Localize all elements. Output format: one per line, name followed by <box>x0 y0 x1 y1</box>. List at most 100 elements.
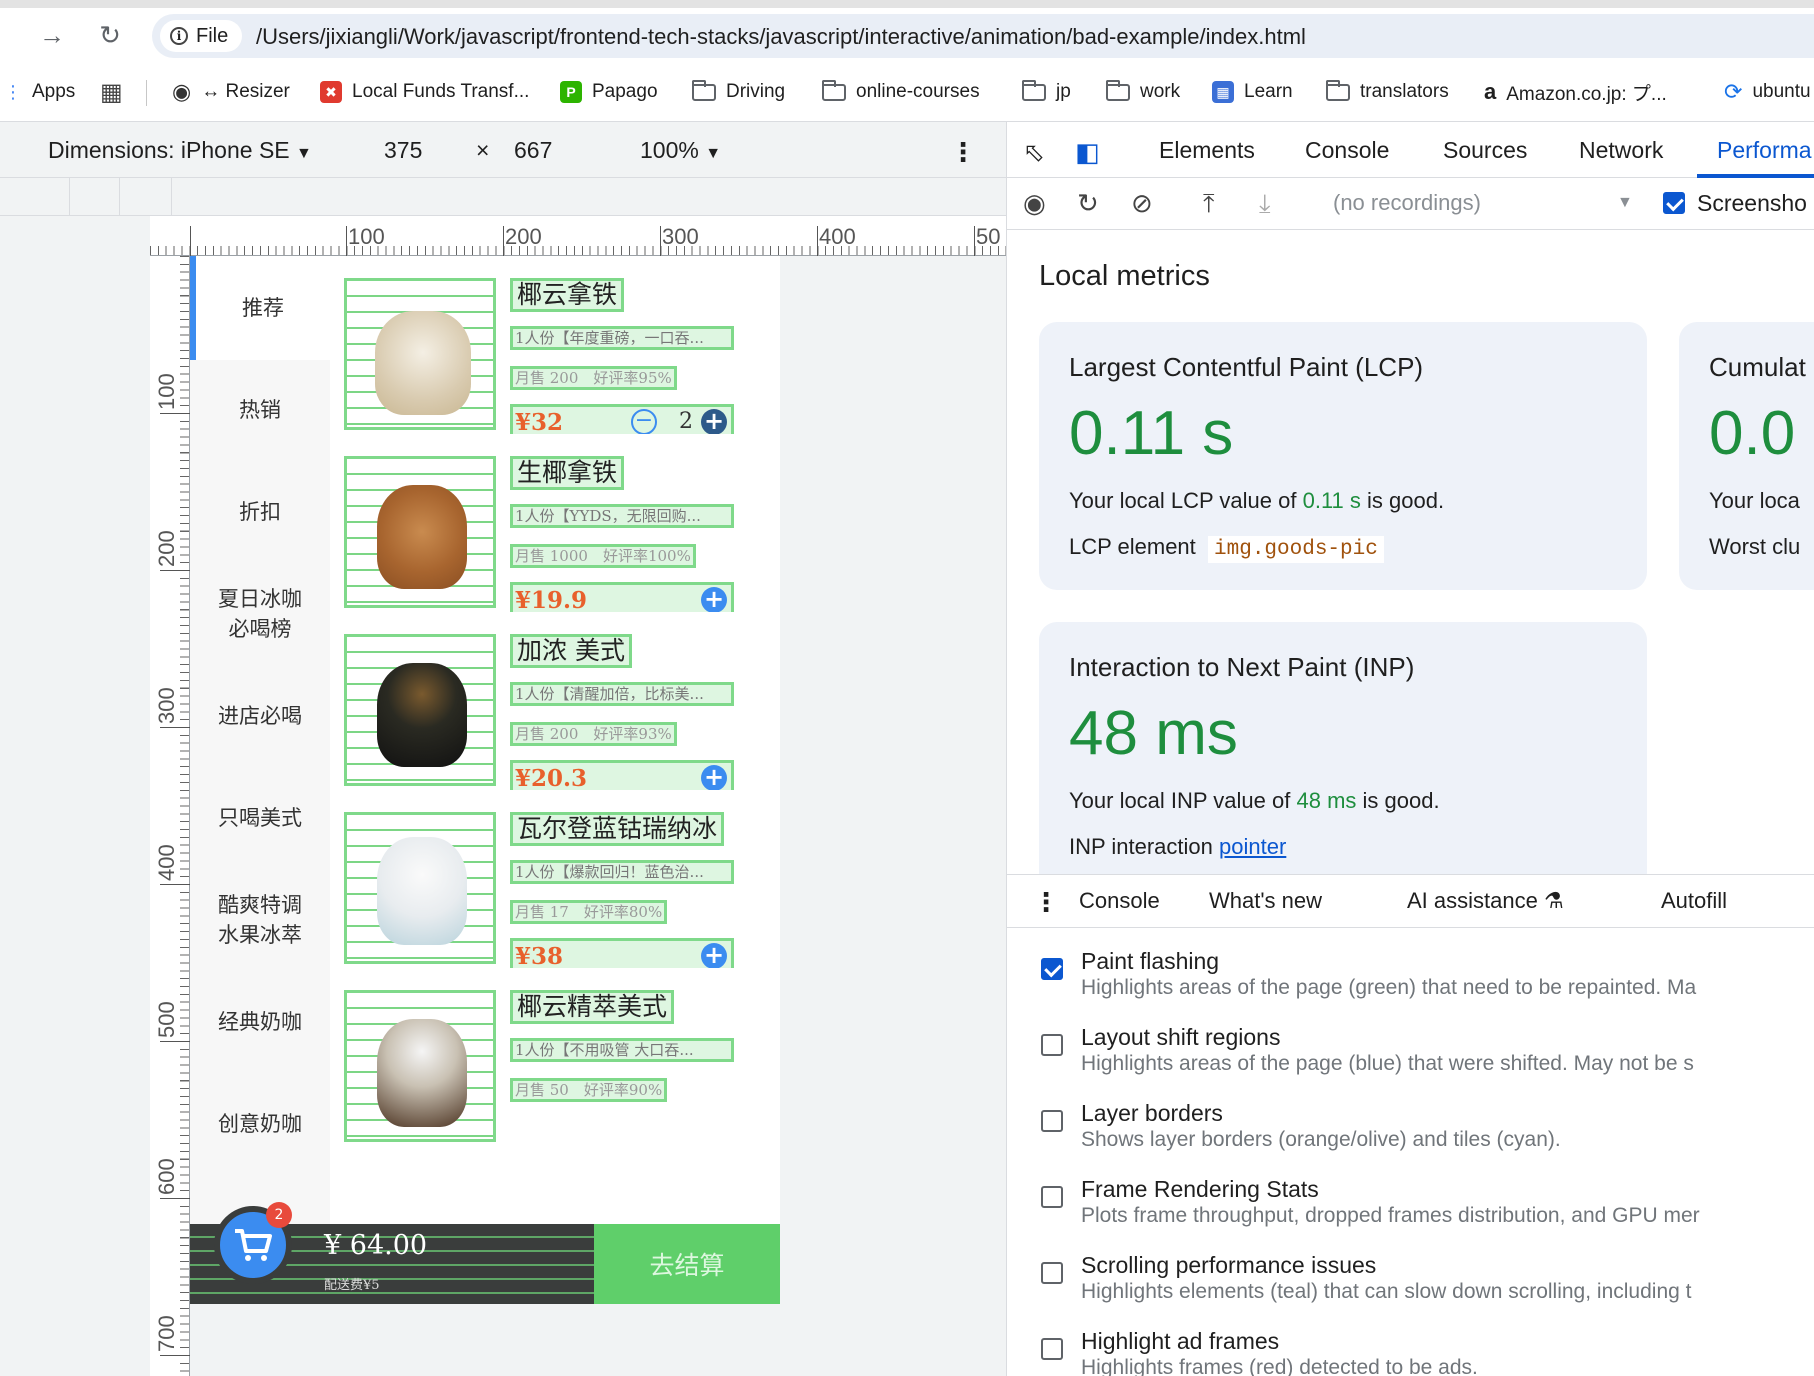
plus-icon[interactable]: + <box>701 943 727 969</box>
scrolling-issues-checkbox[interactable] <box>1041 1262 1063 1284</box>
tab-groups-icon[interactable]: ▦ <box>100 79 123 106</box>
bookmark-papago[interactable]: P Papago <box>560 79 658 105</box>
forward-arrow-icon[interactable]: → <box>36 19 68 51</box>
rendering-option-desc: Highlights elements (teal) that can slow… <box>1081 1280 1692 1303</box>
device-toggle-icon[interactable]: ◧ <box>1075 137 1100 168</box>
rendering-option-layout-shift[interactable]: Layout shift regions Highlights areas of… <box>1037 1024 1814 1084</box>
category-item[interactable]: 只喝美式 <box>190 766 330 870</box>
tab-network[interactable]: Network <box>1579 137 1663 164</box>
frame-stats-checkbox[interactable] <box>1041 1186 1063 1208</box>
recordings-dropdown[interactable]: (no recordings) <box>1333 190 1481 216</box>
site-info-chip[interactable]: i File <box>160 20 243 52</box>
inspect-element-icon[interactable]: ⬁ <box>1023 137 1045 168</box>
lcp-card: Largest Contentful Paint (LCP) 0.11 s Yo… <box>1039 322 1647 590</box>
reload-icon[interactable]: ↻ <box>94 19 126 51</box>
drawer-tab-autofill[interactable]: Autofill <box>1661 888 1727 914</box>
ad-frames-checkbox[interactable] <box>1041 1338 1063 1360</box>
bookmark-local-funds[interactable]: ✖ Local Funds Transf... <box>320 79 529 105</box>
goods-item[interactable]: 椰云精萃美式 1人份【不用吸管 大口吞... 月售 50 好评率90% <box>330 968 780 1173</box>
rendering-option-paint-flashing[interactable]: Paint flashing Highlights areas of the p… <box>1037 948 1814 1008</box>
globe-icon: ◉ <box>172 79 192 104</box>
reload-record-icon[interactable]: ↻ <box>1077 188 1099 219</box>
bookmark-work[interactable]: work <box>1106 79 1180 105</box>
rendering-option-layer-borders[interactable]: Layer borders Shows layer borders (orang… <box>1037 1100 1814 1160</box>
bookmark-apps[interactable]: ⋮ Apps <box>4 79 75 105</box>
category-item[interactable]: 推荐 <box>190 256 330 360</box>
minus-icon[interactable]: − <box>631 409 657 435</box>
rendering-option-scrolling-issues[interactable]: Scrolling performance issues Highlights … <box>1037 1252 1814 1312</box>
inp-interaction-link[interactable]: pointer <box>1219 834 1286 859</box>
bookmark-translators[interactable]: translators <box>1326 79 1449 105</box>
bookmark-driving[interactable]: Driving <box>692 79 785 105</box>
goods-item[interactable]: 加浓 美式 1人份【清醒加倍，比标美... 月售 200 好评率93% ¥20.… <box>330 612 780 817</box>
plus-icon[interactable]: + <box>701 409 727 435</box>
tab-console[interactable]: Console <box>1305 137 1389 164</box>
bookmark-ubuntu[interactable]: ⟳ ubuntu <box>1724 79 1811 105</box>
more-options-icon[interactable]: ⋮ <box>950 137 976 168</box>
device-dimensions-label: Dimensions: iPhone SE <box>48 137 290 163</box>
category-item[interactable]: 进店必喝 <box>190 664 330 768</box>
rendering-option-desc: Shows layer borders (orange/olive) and t… <box>1081 1128 1561 1151</box>
drawer-menu-icon[interactable]: ⋮ <box>1033 887 1059 918</box>
drawer-tab-ai-assistance[interactable]: AI assistance ⚗ <box>1407 888 1564 914</box>
media-query-segment[interactable] <box>0 178 70 216</box>
record-icon[interactable]: ◉ <box>1023 188 1046 219</box>
address-bar[interactable]: i File /Users/jixiangli/Work/javascript/… <box>152 14 1814 58</box>
category-item[interactable]: 经典奶咖 <box>190 970 330 1074</box>
devtools-panel: ⬁ ◧ Elements Console Sources Network Per… <box>1006 122 1814 1376</box>
media-query-segment[interactable] <box>120 178 172 216</box>
goods-desc: 1人份【年度重磅，一口吞... <box>510 326 734 350</box>
goods-item[interactable]: 瓦尔登蓝钴瑞纳冰 1人份【爆款回归！蓝色治... 月售 17 好评率80% ¥3… <box>330 790 780 995</box>
drawer-tab-console[interactable]: Console <box>1079 888 1160 914</box>
drawer-tab-whats-new[interactable]: What's new <box>1209 888 1322 914</box>
ruler-tick <box>160 1198 190 1199</box>
ruler-label: 400 <box>154 844 179 881</box>
bookmark-amazon[interactable]: a Amazon.co.jp: プ... <box>1484 79 1667 105</box>
category-item[interactable]: 创意奶咖 <box>190 1072 330 1176</box>
category-item[interactable]: 折扣 <box>190 460 330 564</box>
tab-sources[interactable]: Sources <box>1443 137 1527 164</box>
tab-elements[interactable]: Elements <box>1159 137 1255 164</box>
media-query-bar <box>0 178 1006 216</box>
device-width-input[interactable]: 375 <box>384 137 422 164</box>
category-item[interactable]: 夏日冰咖 必喝榜 <box>190 562 330 666</box>
screenshots-checkbox[interactable] <box>1663 192 1685 214</box>
layer-borders-checkbox[interactable] <box>1041 1110 1063 1132</box>
category-item[interactable]: 热销 <box>190 358 330 462</box>
url-text[interactable]: /Users/jixiangli/Work/javascript/fronten… <box>256 24 1306 50</box>
bookmark-resizer[interactable]: ◉ ↔ Resizer <box>172 79 290 105</box>
device-dimensions-dropdown[interactable]: Dimensions: iPhone SE ▼ <box>48 137 312 164</box>
local-funds-favicon: ✖ <box>320 81 342 103</box>
plus-icon[interactable]: + <box>701 765 727 791</box>
inp-summary: Your local INP value of 48 ms is good. <box>1069 788 1440 813</box>
rendering-option-frame-stats[interactable]: Frame Rendering Stats Plots frame throug… <box>1037 1176 1814 1236</box>
category-item[interactable]: 酷爽特调 水果冰萃 <box>190 868 330 972</box>
media-query-segment[interactable] <box>70 178 120 216</box>
goods-desc: 1人份【清醒加倍，比标美... <box>510 682 734 706</box>
rendering-option-ad-frames[interactable]: Highlight ad frames Highlights frames (r… <box>1037 1328 1814 1376</box>
upload-icon[interactable]: ⤒ <box>1203 188 1215 220</box>
download-icon[interactable]: ⤓ <box>1259 188 1271 220</box>
paint-flashing-checkbox[interactable] <box>1041 958 1063 980</box>
bookmark-online-courses[interactable]: online-courses <box>822 79 980 105</box>
plus-icon[interactable]: + <box>701 587 727 613</box>
zoom-dropdown[interactable]: 100% ▼ <box>640 137 721 164</box>
bookmark-jp[interactable]: jp <box>1022 79 1071 105</box>
cls-summary: Your loca <box>1709 488 1800 513</box>
device-height-input[interactable]: 667 <box>514 137 552 164</box>
bookmark-learn[interactable]: ▦ Learn <box>1212 79 1293 105</box>
checkout-button[interactable]: 去结算 <box>594 1224 780 1304</box>
goods-item[interactable]: 椰云拿铁 1人份【年度重磅，一口吞... 月售 200 好评率95% ¥32 −… <box>330 256 780 461</box>
ruler-label: 500 <box>154 1001 179 1038</box>
lcp-element-link[interactable]: img.goods-pic <box>1208 536 1384 563</box>
goods-item[interactable]: 生椰拿铁 1人份【YYDS，无限回购... 月售 1000 好评率100% ¥1… <box>330 434 780 639</box>
device-toolbar: Dimensions: iPhone SE ▼ 375 × 667 100% ▼… <box>0 122 1006 178</box>
live-metrics-view: Local metrics Largest Contentful Paint (… <box>1007 230 1814 874</box>
rendering-panel: Paint flashing Highlights areas of the p… <box>1007 928 1814 1376</box>
cls-worst-cluster: Worst clu <box>1709 534 1801 559</box>
layout-shift-checkbox[interactable] <box>1041 1034 1063 1056</box>
caret-down-icon: ▼ <box>1617 194 1633 211</box>
goods-sales: 月售 1000 好评率100% <box>510 544 696 568</box>
tab-performance[interactable]: Performa <box>1717 137 1812 164</box>
clear-icon[interactable]: ⊘ <box>1131 188 1153 219</box>
